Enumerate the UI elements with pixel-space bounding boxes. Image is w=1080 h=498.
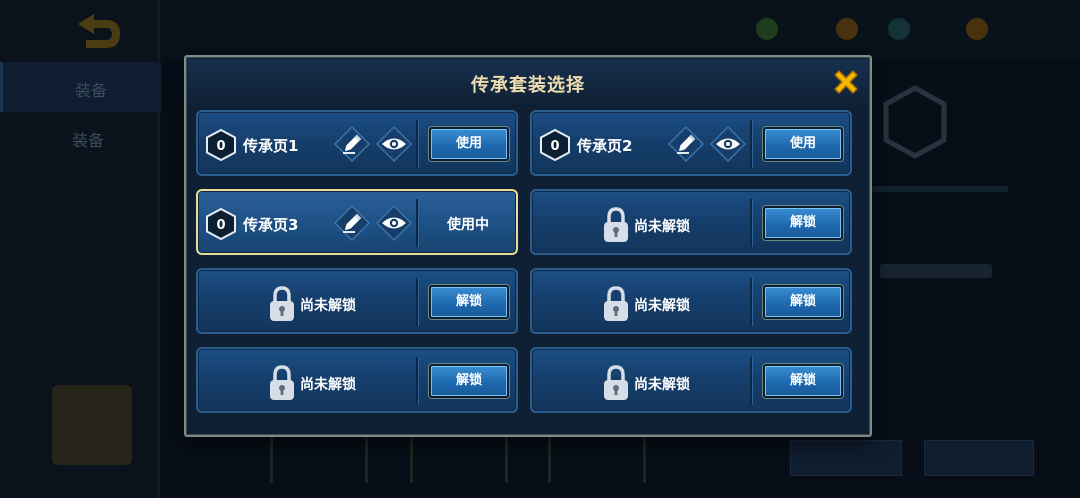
card-divider [750,120,752,168]
slot-card-5[interactable]: 尚未解锁 解锁 [196,268,518,334]
hexagon-number-icon: 0 [206,129,236,161]
close-icon[interactable] [831,67,861,97]
pencil-icon[interactable] [667,125,705,163]
card-divider [416,120,418,168]
card-divider [416,278,418,326]
use-button[interactable]: 使用 [763,127,843,161]
eye-icon[interactable] [709,125,747,163]
lock-icon [604,286,628,321]
locked-label: 尚未解锁 [634,377,690,393]
use-button[interactable]: 使用 [429,127,509,161]
card-divider [416,357,418,405]
page-name-label: 传承页2 [577,137,633,155]
unlock-button[interactable]: 解锁 [763,285,843,319]
slot-card-7[interactable]: 尚未解锁 解锁 [196,347,518,413]
lock-icon [270,365,294,400]
page-number: 0 [550,139,559,154]
unlock-button[interactable]: 解锁 [763,206,843,240]
dialog-title: 传承套装选择 [471,75,585,96]
locked-label: 尚未解锁 [634,219,690,235]
unlock-button[interactable]: 解锁 [763,364,843,398]
inheritance-set-dialog: 传承套装选择 0 传承页1 使用 0 传承页2 使用 0 传承页3 使用中 尚未解锁 解锁 尚未解锁解… [184,55,872,437]
unlock-button[interactable]: 解锁 [429,364,509,398]
slot-card-1[interactable]: 0 传承页1 使用 [196,110,518,176]
pencil-icon[interactable] [333,125,371,163]
page-number: 0 [216,218,225,233]
slot-card-4[interactable]: 尚未解锁 解锁 [530,189,852,255]
locked-label: 尚未解锁 [300,377,356,393]
page-number: 0 [216,139,225,154]
slot-card-3: 0 传承页3 使用中 [196,189,518,255]
in-use-status: 使用中 [447,217,489,233]
card-divider [750,199,752,247]
slot-card-8[interactable]: 尚未解锁 解锁 [530,347,852,413]
locked-label: 尚未解锁 [300,298,356,314]
hexagon-number-icon: 0 [540,129,570,161]
lock-icon [604,365,628,400]
lock-icon [270,286,294,321]
unlock-button[interactable]: 解锁 [429,285,509,319]
card-divider [750,278,752,326]
page-name-label: 传承页1 [243,137,299,155]
locked-label: 尚未解锁 [634,298,690,314]
hexagon-number-icon: 0 [206,208,236,240]
slot-card-6[interactable]: 尚未解锁 解锁 [530,268,852,334]
eye-icon[interactable] [375,125,413,163]
eye-icon[interactable] [375,204,413,242]
pencil-icon[interactable] [333,204,371,242]
lock-icon [604,207,628,242]
page-name-label: 传承页3 [243,216,299,234]
card-divider [750,357,752,405]
slot-card-2[interactable]: 0 传承页2 使用 [530,110,852,176]
